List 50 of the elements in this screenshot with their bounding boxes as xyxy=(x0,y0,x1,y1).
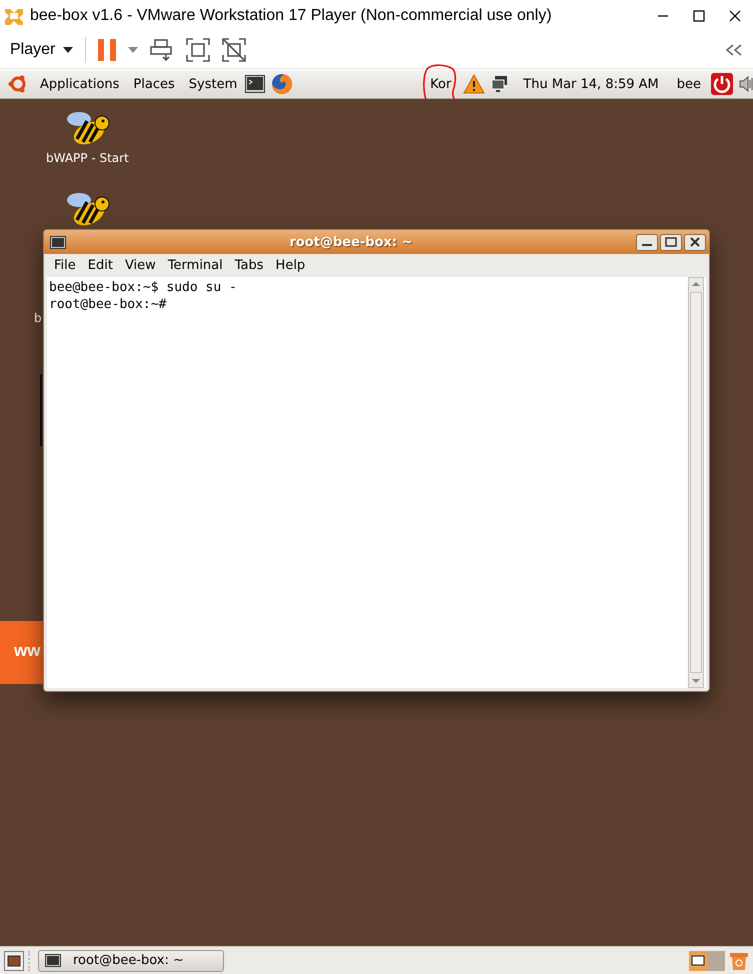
show-desktop-icon[interactable] xyxy=(4,950,24,970)
terminal-icon xyxy=(45,954,61,967)
clock[interactable]: Thu Mar 14, 8:59 AM xyxy=(523,76,659,92)
menu-item[interactable]: File xyxy=(48,256,82,275)
maximize-icon[interactable] xyxy=(693,10,705,22)
panel-menu[interactable]: System xyxy=(188,76,238,92)
trash-icon[interactable] xyxy=(729,950,749,970)
send-keys-icon[interactable] xyxy=(150,38,174,62)
volume-icon[interactable] xyxy=(739,75,753,93)
scroll-thumb[interactable] xyxy=(690,292,702,673)
unity-icon[interactable] xyxy=(222,38,246,62)
maximize-icon[interactable] xyxy=(660,234,682,250)
window-title: root@bee-box: ~ xyxy=(288,234,414,250)
minimize-icon[interactable] xyxy=(636,234,658,250)
fullscreen-icon[interactable] xyxy=(186,38,210,62)
user-name[interactable]: bee xyxy=(676,76,701,92)
close-icon[interactable] xyxy=(729,10,741,22)
scrollbar[interactable] xyxy=(688,277,704,688)
terminal-icon xyxy=(50,236,66,248)
pause-icon[interactable] xyxy=(98,39,116,61)
desktop-icon-label[interactable]: bWAPP - Start xyxy=(46,151,129,165)
power-icon[interactable] xyxy=(711,73,733,95)
keyboard-layout[interactable]: Kor xyxy=(424,76,452,92)
player-menu[interactable]: Player xyxy=(10,41,74,59)
caret-icon[interactable] xyxy=(128,47,138,53)
ubuntu-logo-icon[interactable] xyxy=(8,74,28,94)
terminal-line: bee@bee-box:~$ sudo su - xyxy=(49,279,237,296)
logo-icon xyxy=(4,6,24,26)
menu-item[interactable]: Terminal xyxy=(162,256,229,275)
network-icon[interactable] xyxy=(491,75,510,93)
banner-text: ww xyxy=(14,641,40,661)
terminal-line: root@bee-box:~# xyxy=(49,296,166,313)
panel-menu[interactable]: Applications xyxy=(40,76,120,92)
collapse-icon[interactable] xyxy=(725,44,743,56)
browser-icon[interactable] xyxy=(271,73,294,95)
caret-icon xyxy=(63,47,74,53)
panel-menu[interactable]: Places xyxy=(133,76,175,92)
menu-item[interactable]: Edit xyxy=(82,256,119,275)
warning-icon[interactable] xyxy=(463,74,486,94)
menu-item[interactable]: Tabs xyxy=(228,256,270,275)
workspace-icon[interactable] xyxy=(689,950,725,970)
close-icon[interactable] xyxy=(684,234,706,250)
window-title: bee-box v1.6 - VMware Workstation 17 Player (Non-commercial use only) xyxy=(30,7,553,25)
menu-item[interactable]: View xyxy=(118,256,162,275)
bee-icon[interactable] xyxy=(65,190,111,228)
bee-icon[interactable] xyxy=(65,109,111,147)
taskbar-button[interactable]: root@bee-box: ~ xyxy=(38,950,224,972)
terminal-icon[interactable] xyxy=(245,75,266,93)
menu-item[interactable]: Help xyxy=(270,256,312,275)
desktop-icon-label[interactable]: b xyxy=(34,311,42,325)
